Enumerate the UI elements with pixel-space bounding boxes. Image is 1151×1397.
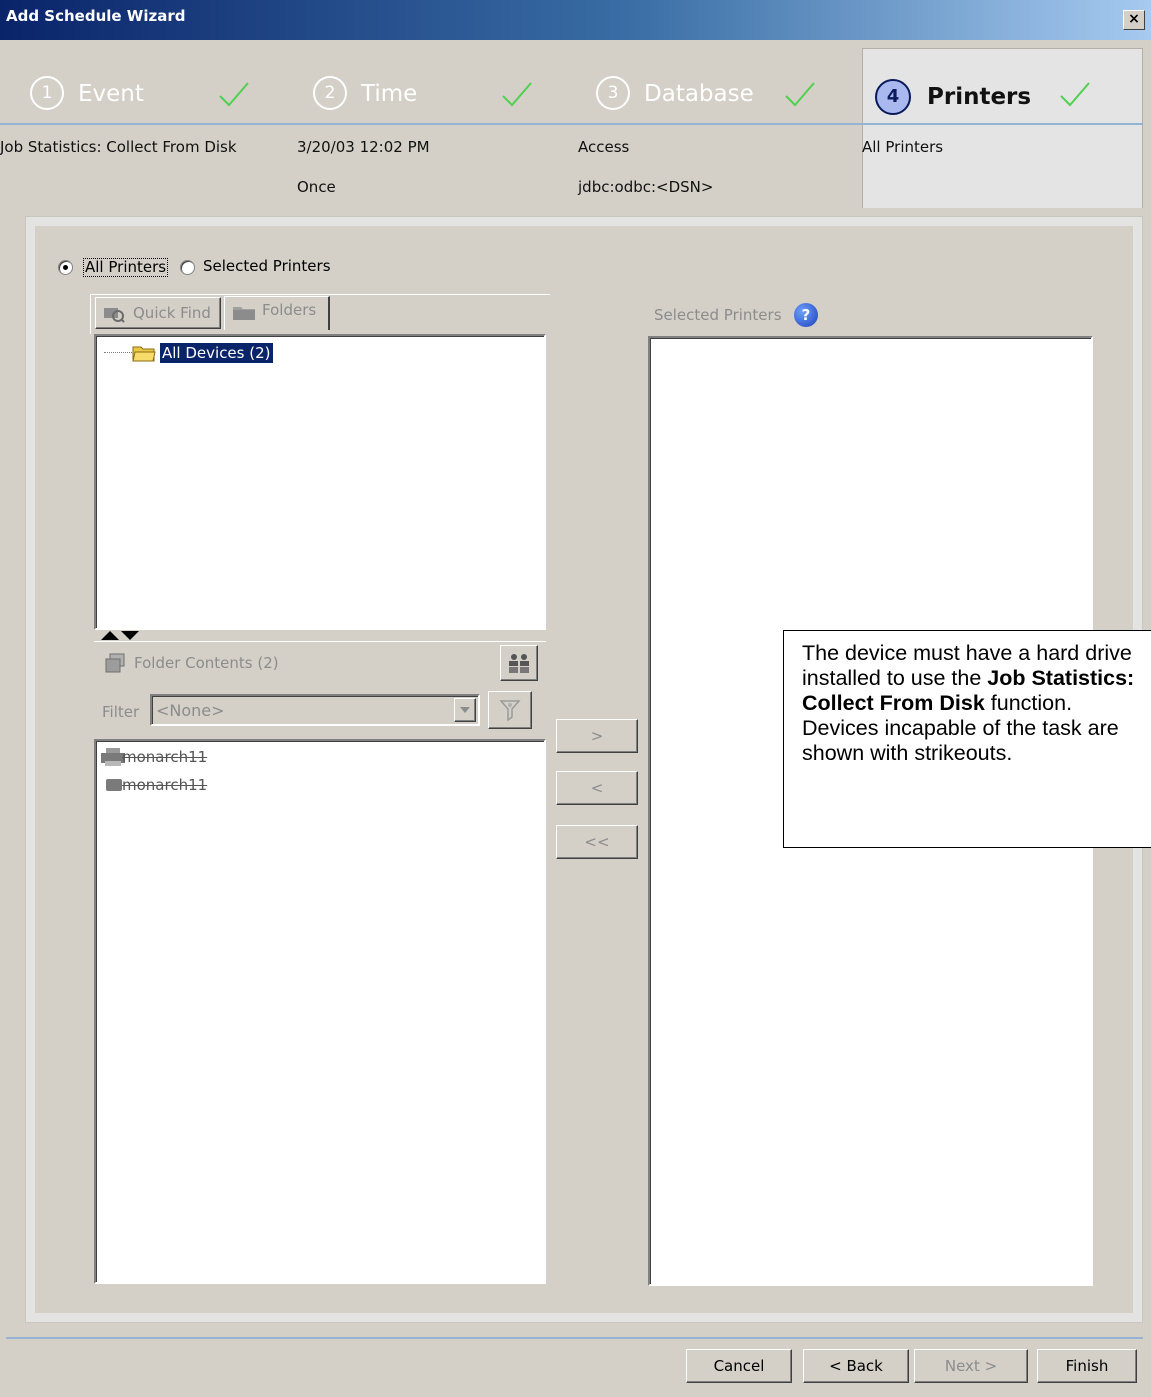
group-view-button[interactable] <box>500 645 538 681</box>
device-name: monarch11 <box>122 748 208 766</box>
list-item[interactable]: monarch11 <box>100 775 300 797</box>
folder-icon <box>132 346 156 362</box>
check-icon <box>219 82 249 107</box>
folder-contents-header: Folder Contents (2) <box>94 641 546 685</box>
filter-dropdown-button[interactable] <box>454 698 476 722</box>
step-summary-time: 3/20/03 12:02 PM <box>297 138 430 156</box>
next-button[interactable]: Next > <box>914 1349 1028 1383</box>
close-button[interactable]: × <box>1123 10 1145 30</box>
check-icon <box>1060 82 1090 107</box>
step-label: Time <box>361 81 418 107</box>
remove-printer-button[interactable]: < <box>556 771 638 805</box>
check-icon <box>502 82 532 107</box>
step-printers[interactable]: 4 Printers <box>862 48 1143 208</box>
step-summary-printers: All Printers <box>862 138 944 156</box>
filter-label: Filter <box>102 703 140 721</box>
step-summary-event: Job Statistics: Collect From Disk <box>0 138 237 156</box>
step-label: Database <box>644 81 754 107</box>
group-icon <box>509 654 529 673</box>
quick-find-icon <box>104 308 125 323</box>
splitter-arrows-icon[interactable] <box>99 629 141 641</box>
device-list[interactable]: monarch11 monarch11 <box>94 739 546 1284</box>
selected-printers-label: Selected Printers <box>654 306 782 324</box>
tree-item-all-devices[interactable]: All Devices (2) <box>160 343 273 363</box>
help-icon[interactable]: ? <box>794 303 818 327</box>
filter-row: Filter <None> <box>94 685 546 737</box>
title-bar: Add Schedule Wizard × <box>0 0 1151 40</box>
window-title: Add Schedule Wizard <box>6 7 186 25</box>
folder-icon <box>233 307 255 320</box>
chevron-down-icon <box>460 707 470 713</box>
step-time[interactable]: 2 Time <box>313 50 553 126</box>
callout-note: The device must have a hard drive instal… <box>783 630 1151 848</box>
tab-label: Folders <box>262 301 317 319</box>
list-item[interactable]: monarch11 <box>100 747 300 769</box>
step-number: 3 <box>596 76 630 110</box>
step-summary-database: Access <box>578 138 630 156</box>
step-label: Printers <box>927 84 1032 110</box>
step-event[interactable]: 1 Event <box>30 50 270 126</box>
step-number: 2 <box>313 76 347 110</box>
all-printers-label: All Printers <box>83 258 169 277</box>
back-button[interactable]: < Back <box>803 1349 909 1383</box>
selected-printers-radio[interactable] <box>180 260 195 275</box>
folder-tree[interactable]: All Devices (2) <box>94 334 546 630</box>
cancel-button[interactable]: Cancel <box>686 1349 792 1383</box>
tree-connector <box>104 352 132 353</box>
footer-divider <box>6 1337 1143 1339</box>
header-divider <box>0 123 1143 125</box>
step-label: Event <box>78 81 144 107</box>
check-icon <box>785 82 815 107</box>
selected-printers-option[interactable]: Selected Printers <box>180 258 340 278</box>
filter-apply-button[interactable] <box>488 691 532 729</box>
folder-contents-label: Folder Contents (2) <box>134 654 279 672</box>
selected-printers-radio-label: Selected Printers <box>203 257 331 275</box>
tab-quick-find[interactable]: Quick Find <box>95 297 221 329</box>
step-summary-connection: jdbc:odbc:<DSN> <box>578 178 714 196</box>
finish-button[interactable]: Finish <box>1037 1349 1137 1383</box>
add-printer-button[interactable]: > <box>556 719 638 753</box>
filter-select[interactable]: <None> <box>150 694 480 726</box>
device-name: monarch11 <box>122 776 208 794</box>
tab-label: Quick Find <box>133 304 211 322</box>
all-printers-radio[interactable] <box>58 260 73 275</box>
tab-folders[interactable]: Folders <box>224 296 330 330</box>
step-number: 1 <box>30 76 64 110</box>
filter-value: <None> <box>156 701 225 720</box>
step-database[interactable]: 3 Database <box>596 50 836 126</box>
step-summary-frequency: Once <box>297 178 336 196</box>
step-number: 4 <box>875 79 911 115</box>
remove-all-button[interactable]: << <box>556 825 638 859</box>
all-printers-option[interactable]: All Printers <box>58 258 170 278</box>
filter-icon <box>499 700 521 722</box>
folder-contents-icon <box>105 653 125 673</box>
